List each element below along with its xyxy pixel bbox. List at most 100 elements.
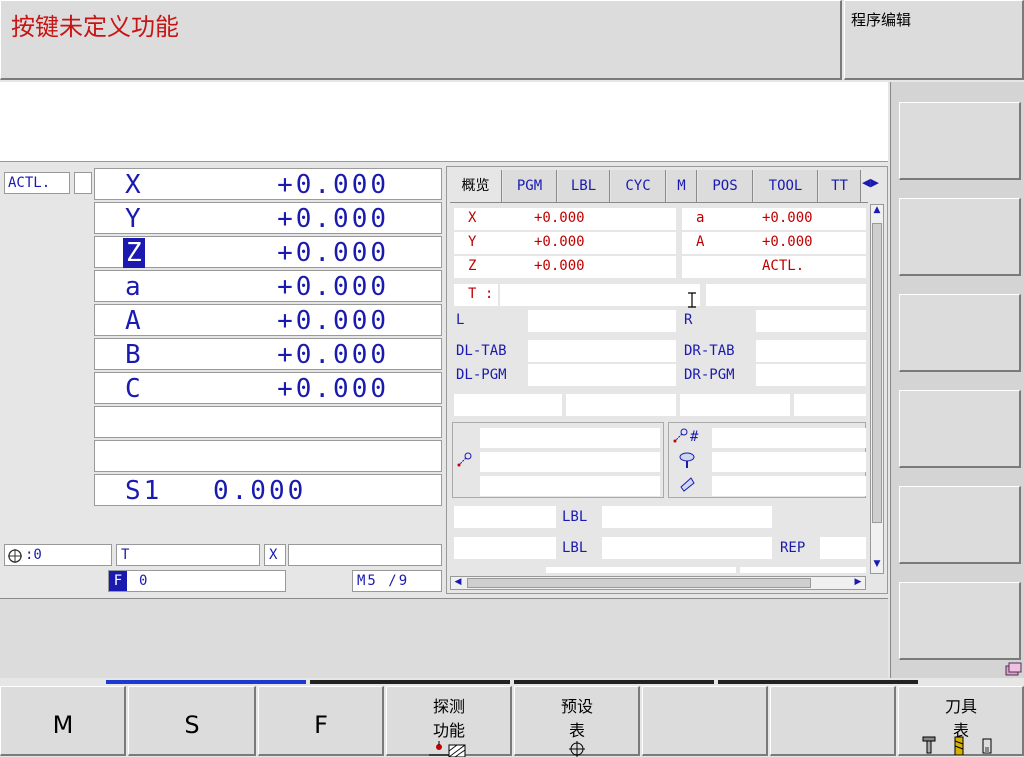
ov-tool-field (500, 284, 700, 306)
ov-axis-value: +0.000 (534, 258, 585, 274)
scroll-left-icon[interactable]: ◀ (451, 577, 465, 589)
vertical-softkey-4[interactable] (899, 390, 1021, 468)
ov-axis-name: Z (468, 258, 477, 274)
ov-tool-label-box: T : (454, 284, 498, 306)
scroll-thumb[interactable] (872, 223, 882, 523)
scroll-right-icon[interactable]: ▶ (851, 577, 865, 589)
datum-value: :0 (25, 547, 42, 563)
vertical-softkey-2[interactable] (899, 198, 1021, 276)
ov-axis-row: Z +0.000 (454, 256, 676, 278)
ov-dr-tab-field (756, 340, 866, 362)
tab-tt[interactable]: TT (819, 170, 861, 202)
datum-icon (8, 549, 22, 563)
spindle-row: S1 0.000 (94, 474, 442, 506)
tab-pos[interactable]: POS (698, 170, 753, 202)
operating-mode-panel: 程序编辑 (844, 0, 1024, 80)
vertical-softkey-6[interactable] (899, 582, 1021, 660)
ov-axis-row: A +0.000 (682, 232, 866, 254)
datum-field: :0 (4, 544, 112, 566)
ov-field (454, 394, 562, 416)
tab-lbl[interactable]: LBL (558, 170, 610, 202)
axis-name: Y (125, 204, 141, 234)
softkey-preset-button[interactable]: 预设 表 (514, 686, 640, 757)
softkey-tool-table-button[interactable]: 刀具 表 (898, 686, 1024, 756)
ov-field (480, 452, 660, 472)
softkey-f-label: F (314, 711, 328, 739)
ov-axis-name: Y (468, 234, 477, 250)
softkey-empty-7[interactable] (770, 686, 896, 756)
axis-value: +0.000 (277, 238, 389, 268)
ov-tool-name-field (706, 284, 866, 306)
dialog-area (0, 598, 888, 678)
vertical-scrollbar[interactable]: ▲ ▼ (870, 204, 884, 574)
softkey-m-button[interactable]: M (0, 686, 126, 756)
ov-field (566, 394, 676, 416)
axis-name: a (125, 272, 141, 302)
ov-axis-value: +0.000 (534, 234, 585, 250)
tab-overview[interactable]: 概览 (450, 170, 502, 202)
axis-row-x: X +0.000 (94, 168, 442, 200)
ov-field (712, 428, 866, 448)
axis-row-a: A +0.000 (94, 304, 442, 336)
ov-field (546, 567, 736, 573)
ov-lbl-label: LBL (562, 509, 588, 525)
axis-row-empty-1 (94, 406, 442, 438)
axis-x-label: X (269, 547, 278, 563)
axis-row-b: B +0.000 (94, 338, 442, 370)
ov-dl-pgm-label: DL-PGM (456, 367, 507, 383)
ov-field (480, 428, 660, 448)
axis-value: +0.000 (277, 170, 389, 200)
probe-icon (457, 452, 472, 467)
axis-name: X (125, 170, 141, 200)
vertical-softkey-3[interactable] (899, 294, 1021, 372)
softkey-level-active (106, 680, 306, 684)
tab-tool[interactable]: TOOL (754, 170, 818, 202)
ov-dr-tab-label: DR-TAB (684, 343, 735, 359)
softkey-probe-button[interactable]: 探测 功能 (386, 686, 512, 757)
ov-axis-name: a (696, 210, 705, 226)
position-mode-label: ACTL. (4, 172, 70, 194)
ov-l-label: L (456, 312, 465, 328)
softkey-probe-line2: 功能 (432, 721, 465, 740)
h-scroll-thumb[interactable] (467, 578, 811, 588)
ov-field (712, 476, 866, 496)
probe-hash-icon (673, 428, 688, 443)
vertical-softkey-5[interactable] (899, 486, 1021, 564)
tab-m[interactable]: M (667, 170, 697, 202)
feed-field: F 0 (108, 570, 286, 592)
softkey-level-2 (310, 680, 510, 684)
tab-cyc[interactable]: CYC (611, 170, 666, 202)
scroll-up-icon[interactable]: ▲ (871, 205, 883, 219)
ov-axis-row: Y +0.000 (454, 232, 676, 254)
ov-field (480, 476, 660, 496)
softkey-level-3 (514, 680, 714, 684)
tab-pgm[interactable]: PGM (503, 170, 557, 202)
ov-field (454, 506, 556, 528)
axis-name: A (125, 306, 141, 336)
tab-scroll-arrows-icon[interactable]: ◀▶ (862, 176, 886, 192)
softkey-preset-line1: 预设 (560, 697, 593, 716)
vertical-softkey-1[interactable] (899, 102, 1021, 180)
softkey-probe-line1: 探测 (432, 697, 465, 716)
ov-axis-name: A (696, 234, 705, 250)
message-text: 按键未定义功能 (11, 13, 179, 41)
ov-hash-label: # (690, 429, 699, 445)
ov-dl-tab-field (528, 340, 676, 362)
text-cursor-icon (688, 292, 696, 308)
axis-name: C (125, 374, 141, 404)
ov-field (820, 537, 866, 559)
axis-value: +0.000 (277, 204, 389, 234)
scroll-down-icon[interactable]: ▼ (871, 559, 883, 573)
operating-mode-label: 程序编辑 (851, 11, 912, 29)
softkey-empty-6[interactable] (642, 686, 768, 756)
ov-mode-row: ACTL. (682, 256, 866, 278)
ov-l-field (528, 310, 676, 332)
axis-name: B (125, 340, 141, 370)
softkey-f-button[interactable]: F (258, 686, 384, 756)
feed-label: F (109, 571, 127, 591)
softkey-switch-icon[interactable] (1004, 662, 1022, 678)
horizontal-scrollbar[interactable]: ◀ ▶ (450, 576, 866, 590)
softkey-s-button[interactable]: S (128, 686, 256, 756)
ov-field (602, 506, 772, 528)
ov-r-label: R (684, 312, 693, 328)
